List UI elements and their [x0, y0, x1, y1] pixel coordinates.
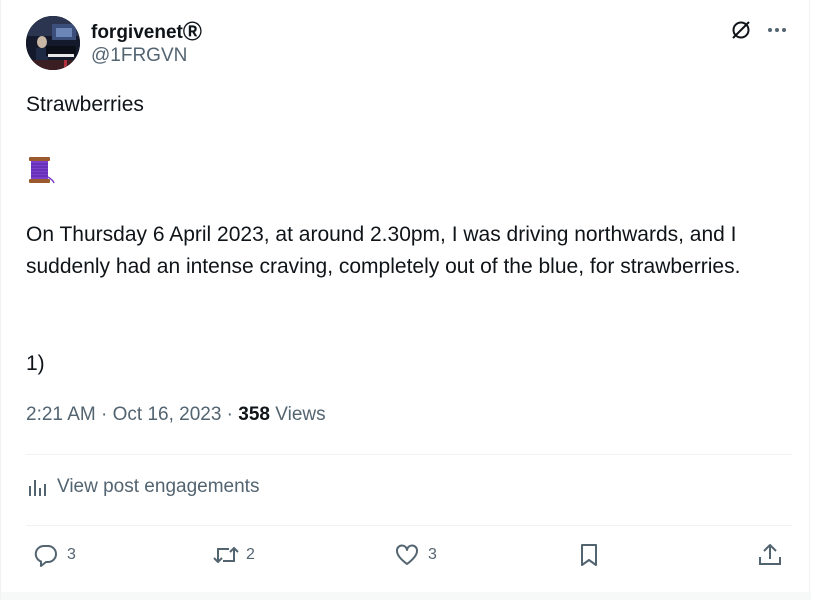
post-numbering: 1) [26, 352, 45, 375]
post-detail: forgivenetⓇ @1FRGVN Strawberries On Thur… [0, 0, 811, 600]
bar-chart-icon [29, 480, 46, 496]
post-meta: 2:21 AM · Oct 16, 2023 · 358 Views [26, 404, 326, 426]
share-icon [759, 544, 781, 565]
avatar-image [26, 16, 80, 70]
meta-separator: · [221, 404, 239, 425]
author-handle[interactable]: @1FRGVN [91, 45, 187, 67]
heart-icon [396, 544, 418, 565]
post-body: On Thursday 6 April 2023, at around 2.30… [26, 223, 741, 278]
divider [26, 525, 792, 526]
avatar[interactable] [26, 16, 80, 70]
reply-button[interactable]: 3 [33, 542, 76, 568]
views-label: Views [270, 404, 326, 425]
views-count: 358 [238, 404, 270, 425]
view-engagements-label: View post engagements [57, 476, 260, 497]
repost-button[interactable]: 2 [211, 542, 255, 568]
like-button[interactable]: 3 [394, 542, 437, 568]
share-button[interactable] [757, 542, 783, 568]
reply-count: 3 [67, 546, 76, 563]
more-icon[interactable] [765, 18, 789, 42]
bottom-divider [1, 592, 811, 600]
post-date[interactable]: Oct 16, 2023 [113, 404, 222, 426]
thread-spool-icon [26, 155, 56, 185]
like-count: 3 [428, 546, 437, 563]
divider [26, 454, 792, 455]
repost-icon [213, 546, 239, 564]
bookmark-button[interactable] [577, 542, 601, 568]
post-title-line: Strawberries [26, 93, 144, 116]
author-name[interactable]: forgivenetⓇ [91, 17, 202, 44]
grok-icon[interactable] [729, 18, 753, 42]
post-time[interactable]: 2:21 AM [26, 404, 96, 426]
reply-icon [34, 544, 57, 567]
meta-separator: · [95, 404, 113, 425]
repost-count: 2 [246, 546, 255, 563]
view-engagements-link[interactable]: View post engagements [26, 476, 259, 498]
bookmark-icon [581, 544, 597, 566]
